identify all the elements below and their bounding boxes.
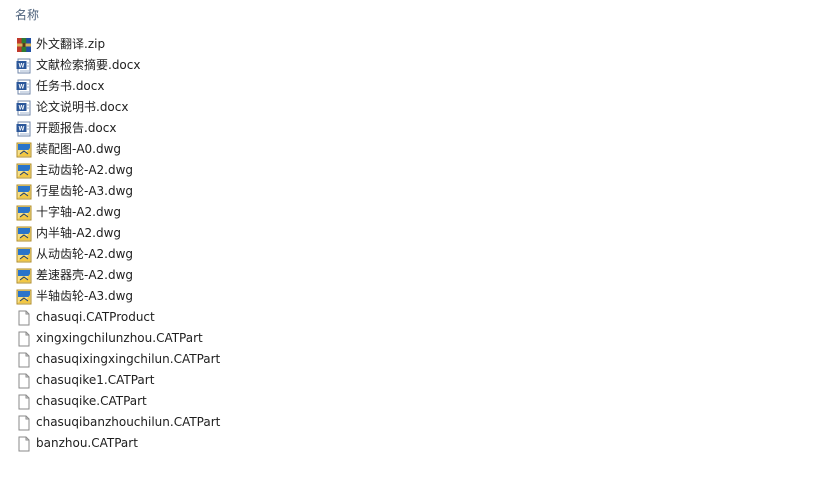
file-row[interactable]: 十字轴-A2.dwg: [16, 202, 220, 223]
file-name[interactable]: 文献检索摘要.docx: [36, 55, 140, 76]
file-row[interactable]: chasuqi.CATProduct: [16, 307, 220, 328]
file-row[interactable]: W 开题报告.docx: [16, 118, 220, 139]
file-name[interactable]: 十字轴-A2.dwg: [36, 202, 121, 223]
file-name[interactable]: 主动齿轮-A2.dwg: [36, 160, 133, 181]
dwg-file-icon: [16, 163, 32, 179]
dwg-file-icon: [16, 247, 32, 263]
dwg-file-icon: [16, 184, 32, 200]
word-document-icon: W: [16, 79, 32, 95]
word-document-icon: W: [16, 100, 32, 116]
dwg-file-icon: [16, 205, 32, 221]
file-row[interactable]: 内半轴-A2.dwg: [16, 223, 220, 244]
svg-text:W: W: [19, 105, 25, 111]
blank-file-icon: [16, 394, 32, 410]
blank-file-icon: [16, 436, 32, 452]
file-name[interactable]: 装配图-A0.dwg: [36, 139, 121, 160]
svg-text:W: W: [19, 84, 25, 90]
file-row[interactable]: chasuqibanzhouchilun.CATPart: [16, 412, 220, 433]
file-name[interactable]: 从动齿轮-A2.dwg: [36, 244, 133, 265]
column-header-name[interactable]: 名称: [15, 6, 39, 23]
file-name[interactable]: chasuqike.CATPart: [36, 391, 147, 412]
svg-text:W: W: [19, 126, 25, 132]
file-list: 外文翻译.zip W 文献检索摘要.docx W 任务书.docx W 论文说明…: [16, 34, 220, 454]
file-row[interactable]: W 任务书.docx: [16, 76, 220, 97]
file-row[interactable]: 外文翻译.zip: [16, 34, 220, 55]
file-name[interactable]: 开题报告.docx: [36, 118, 116, 139]
file-name[interactable]: chasuqibanzhouchilun.CATPart: [36, 412, 220, 433]
file-row[interactable]: banzhou.CATPart: [16, 433, 220, 454]
dwg-file-icon: [16, 268, 32, 284]
dwg-file-icon: [16, 226, 32, 242]
file-row[interactable]: 行星齿轮-A3.dwg: [16, 181, 220, 202]
file-name[interactable]: 论文说明书.docx: [36, 97, 128, 118]
svg-text:W: W: [19, 63, 25, 69]
blank-file-icon: [16, 415, 32, 431]
file-row[interactable]: chasuqike.CATPart: [16, 391, 220, 412]
column-header-bar: 名称: [0, 0, 824, 30]
file-row[interactable]: W 论文说明书.docx: [16, 97, 220, 118]
word-document-icon: W: [16, 121, 32, 137]
file-name[interactable]: 任务书.docx: [36, 76, 104, 97]
blank-file-icon: [16, 352, 32, 368]
file-row[interactable]: 装配图-A0.dwg: [16, 139, 220, 160]
file-name[interactable]: chasuqike1.CATPart: [36, 370, 154, 391]
zip-archive-icon: [16, 37, 32, 53]
dwg-file-icon: [16, 142, 32, 158]
file-row[interactable]: xingxingchilunzhou.CATPart: [16, 328, 220, 349]
file-name[interactable]: 内半轴-A2.dwg: [36, 223, 121, 244]
dwg-file-icon: [16, 289, 32, 305]
file-name[interactable]: 半轴齿轮-A3.dwg: [36, 286, 133, 307]
file-row[interactable]: chasuqixingxingchilun.CATPart: [16, 349, 220, 370]
file-name[interactable]: 差速器壳-A2.dwg: [36, 265, 133, 286]
blank-file-icon: [16, 373, 32, 389]
file-row[interactable]: 差速器壳-A2.dwg: [16, 265, 220, 286]
file-row[interactable]: chasuqike1.CATPart: [16, 370, 220, 391]
file-name[interactable]: xingxingchilunzhou.CATPart: [36, 328, 203, 349]
file-name[interactable]: chasuqi.CATProduct: [36, 307, 155, 328]
blank-file-icon: [16, 310, 32, 326]
file-name[interactable]: 行星齿轮-A3.dwg: [36, 181, 133, 202]
word-document-icon: W: [16, 58, 32, 74]
file-row[interactable]: 半轴齿轮-A3.dwg: [16, 286, 220, 307]
file-row[interactable]: 主动齿轮-A2.dwg: [16, 160, 220, 181]
file-name[interactable]: chasuqixingxingchilun.CATPart: [36, 349, 220, 370]
file-row[interactable]: W 文献检索摘要.docx: [16, 55, 220, 76]
file-name[interactable]: banzhou.CATPart: [36, 433, 138, 454]
file-name[interactable]: 外文翻译.zip: [36, 34, 105, 55]
file-row[interactable]: 从动齿轮-A2.dwg: [16, 244, 220, 265]
blank-file-icon: [16, 331, 32, 347]
